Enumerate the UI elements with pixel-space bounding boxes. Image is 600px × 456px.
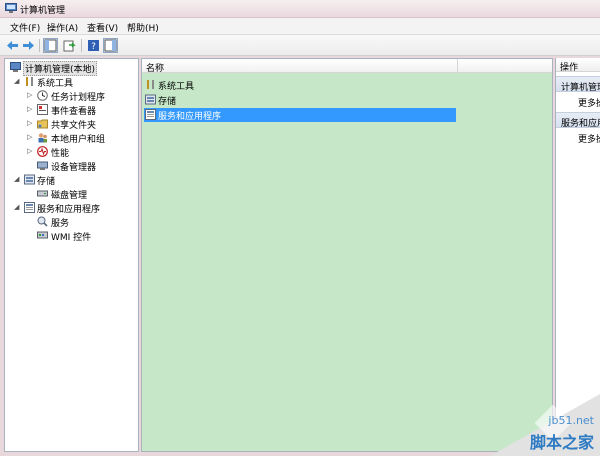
help-button[interactable]: ? [86,38,101,53]
tree-item-shared-folders[interactable]: ▷ 共享文件夹 [7,117,137,131]
toolbar-separator [39,39,40,52]
tree-item-label: 性能 [51,149,70,159]
list-item-storage[interactable]: 存储 [144,93,344,107]
tree-item-performance[interactable]: ▷ 性能 [7,145,137,159]
menu-help[interactable]: 帮助(H) [127,21,159,34]
menu-bar: 文件(F) 操作(A) 查看(V) 帮助(H) [0,18,600,34]
more-actions-link[interactable]: 更多操作 [578,96,600,109]
action-section-services-apps[interactable]: 服务和应用程序 [556,112,600,129]
tree-item-label: 磁盘管理 [51,191,88,201]
tree-item-services[interactable]: 服务 [7,215,137,229]
disk-icon [37,190,48,197]
action-section-title: 服务和应用程序 [561,119,600,129]
watermark-name: 脚本之家 [529,433,594,452]
tree-item-disk-management[interactable]: 磁盘管理 [7,187,137,201]
action-pane: 操作 计算机管理 更多操作 服务和应用程序 更多操作 [555,58,600,452]
console-tree[interactable]: 计算机管理(本地) ◢ 系统工具 ▷ 任务计划程序 ▷ 事件查看器 ▷ 共享文件… [4,58,139,452]
show-hide-action-pane-button[interactable] [103,38,118,53]
list-item-label: 系统工具 [158,82,195,92]
tree-item-services-apps[interactable]: ◢ 服务和应用程序 [7,201,137,215]
show-hide-tree-button[interactable] [43,38,58,53]
tree-item-task-scheduler[interactable]: ▷ 任务计划程序 [7,89,137,103]
tree-item-label: WMI 控件 [51,233,92,243]
tree-item-label: 任务计划程序 [51,93,106,103]
tools-icon [26,77,33,86]
more-actions-link[interactable]: 更多操作 [578,132,600,145]
tree-item-wmi-control[interactable]: WMI 控件 [7,229,137,243]
result-list[interactable]: 名称 系统工具 存储 服务和应用程序 [141,58,553,452]
forward-button[interactable] [21,38,36,53]
collapsed-arrow-icon[interactable]: ▷ [27,134,33,141]
collapsed-arrow-icon[interactable]: ▷ [27,120,33,127]
tree-item-label: 本地用户和组 [51,135,106,145]
tree-item-label: 设备管理器 [51,163,97,173]
menu-action[interactable]: 操作(A) [47,21,78,34]
forward-arrow-icon [23,41,34,50]
device-manager-icon [37,161,48,170]
tree-item-label: 服务和应用程序 [37,205,101,215]
console-tree-icon [44,39,57,52]
action-pane-title: 操作 [560,63,579,73]
action-section-computer-management[interactable]: 计算机管理 [556,76,600,93]
export-icon [63,40,76,52]
computer-management-icon [5,3,17,13]
tree-item-label: 计算机管理(本地) [23,61,98,76]
collapsed-arrow-icon[interactable]: ▷ [27,148,33,155]
list-item-services-apps[interactable]: 服务和应用程序 [144,108,456,122]
wmi-icon [37,231,48,239]
clock-icon [37,90,48,101]
help-icon: ? [88,40,99,52]
toolbar: ? [0,34,600,56]
performance-icon [37,146,48,157]
title-bar: 计算机管理 [0,0,600,18]
export-list-button[interactable] [62,38,77,53]
action-pane-header: 操作 [556,58,600,73]
users-icon [38,133,47,143]
services-icon [37,216,48,227]
tree-item-label: 存储 [37,177,56,187]
expanded-arrow-icon[interactable]: ◢ [14,176,20,183]
tree-item-label: 事件查看器 [51,107,97,117]
tree-item-label: 服务 [51,219,70,229]
services-apps-icon [24,202,35,213]
tree-item-label: 系统工具 [37,79,74,89]
storage-icon [24,174,35,185]
list-item-system-tools[interactable]: 系统工具 [144,78,344,92]
tree-item-storage[interactable]: ◢ 存储 [7,173,137,187]
list-item-label: 服务和应用程序 [158,112,222,122]
menu-file[interactable]: 文件(F) [10,21,40,34]
tree-item-event-viewer[interactable]: ▷ 事件查看器 [7,103,137,117]
back-button[interactable] [5,38,20,53]
column-divider[interactable] [457,59,458,73]
expanded-arrow-icon[interactable]: ◢ [14,78,20,85]
watermark-url: jb51.net [548,414,594,427]
collapsed-arrow-icon[interactable]: ▷ [27,92,33,99]
event-viewer-icon [37,104,48,115]
svg-text:?: ? [91,42,96,52]
tools-icon [147,80,154,89]
services-apps-icon [145,109,156,120]
shared-folder-icon [37,119,48,129]
collapsed-arrow-icon[interactable]: ▷ [27,106,33,113]
window-title: 计算机管理 [20,6,66,16]
menu-view[interactable]: 查看(V) [87,21,118,34]
tree-item-system-tools[interactable]: ◢ 系统工具 [7,75,137,89]
action-section-title: 计算机管理 [561,83,600,93]
tree-item-device-manager[interactable]: 设备管理器 [7,159,137,173]
expanded-arrow-icon[interactable]: ◢ [14,204,20,211]
tree-item-label: 共享文件夹 [51,121,97,131]
action-pane-icon [104,39,117,52]
storage-icon [145,94,156,105]
tree-item-computer-management[interactable]: 计算机管理(本地) [7,61,137,76]
column-name[interactable]: 名称 [146,61,164,74]
toolbar-separator [81,39,82,52]
computer-management-icon [10,62,21,72]
tree-item-local-users-groups[interactable]: ▷ 本地用户和组 [7,131,137,145]
column-header[interactable]: 名称 [142,59,552,74]
watermark: jb51.net 脚本之家 [490,394,600,456]
back-arrow-icon [7,41,18,50]
list-item-label: 存储 [158,97,177,107]
